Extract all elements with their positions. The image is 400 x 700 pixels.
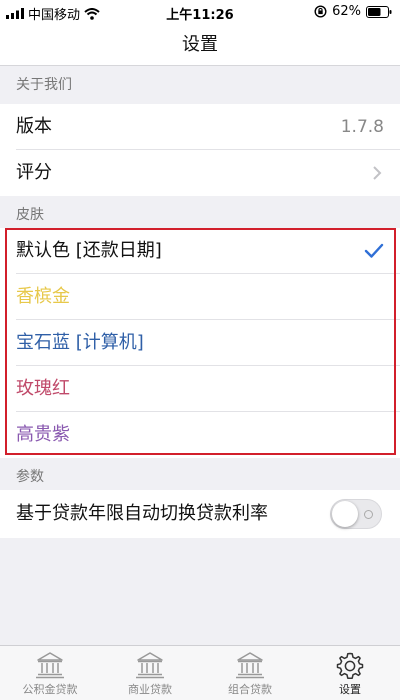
auto-rate-row: 基于贷款年限自动切换贷款利率: [0, 490, 400, 538]
chevron-right-icon: [373, 166, 382, 180]
bank-icon: [236, 652, 264, 679]
auto-rate-label: 基于贷款年限自动切换贷款利率: [16, 503, 268, 524]
bank-icon: [36, 652, 64, 679]
toggle-knob: [332, 501, 358, 527]
skin-option-label: 玫瑰红: [16, 378, 70, 399]
skin-option-rose-red[interactable]: 玫瑰红: [0, 366, 400, 412]
checkmark-icon: [364, 243, 384, 258]
version-value: 1.7.8: [340, 117, 384, 137]
skin-option-label: 高贵紫: [16, 424, 70, 445]
tab-label: 组合贷款: [228, 683, 272, 696]
gear-icon: [336, 652, 364, 679]
bank-icon: [136, 652, 164, 679]
page-title: 设置: [182, 34, 218, 55]
tab-label: 公积金贷款: [22, 683, 78, 696]
skin-option-label: 宝石蓝 [计算机]: [16, 332, 144, 353]
battery-percent: 62%: [332, 4, 361, 19]
tab-commercial-loan[interactable]: 商业贷款: [100, 646, 200, 700]
tab-bar: 公积金贷款 商业贷款 组合贷款 设置: [0, 645, 400, 700]
battery-icon: [366, 5, 392, 18]
tab-settings[interactable]: 设置: [300, 646, 400, 700]
rating-label: 评分: [16, 162, 52, 183]
tab-label: 设置: [339, 683, 361, 696]
status-right: 62%: [314, 4, 392, 19]
navigation-bar: 设置: [0, 24, 400, 66]
skin-option-label: 香槟金: [16, 286, 70, 307]
status-bar: 中国移动 上午11:26 62%: [0, 0, 400, 24]
version-row: 版本 1.7.8: [0, 104, 400, 150]
skin-option-sapphire-blue[interactable]: 宝石蓝 [计算机]: [0, 320, 400, 366]
skin-option-noble-purple[interactable]: 高贵紫: [0, 412, 400, 458]
skin-option-label: 默认色 [还款日期]: [16, 240, 162, 261]
tab-combined-loan[interactable]: 组合贷款: [200, 646, 300, 700]
tab-label: 商业贷款: [128, 683, 172, 696]
tab-housing-fund-loan[interactable]: 公积金贷款: [0, 646, 100, 700]
auto-rate-toggle[interactable]: [330, 499, 382, 529]
skin-option-default[interactable]: 默认色 [还款日期]: [0, 228, 400, 274]
version-label: 版本: [16, 116, 52, 137]
toggle-off-indicator: [364, 510, 373, 519]
rating-row[interactable]: 评分: [0, 150, 400, 196]
orientation-lock-icon: [314, 5, 327, 18]
skin-option-champagne-gold[interactable]: 香槟金: [0, 274, 400, 320]
section-header-about: 关于我们: [0, 66, 400, 104]
